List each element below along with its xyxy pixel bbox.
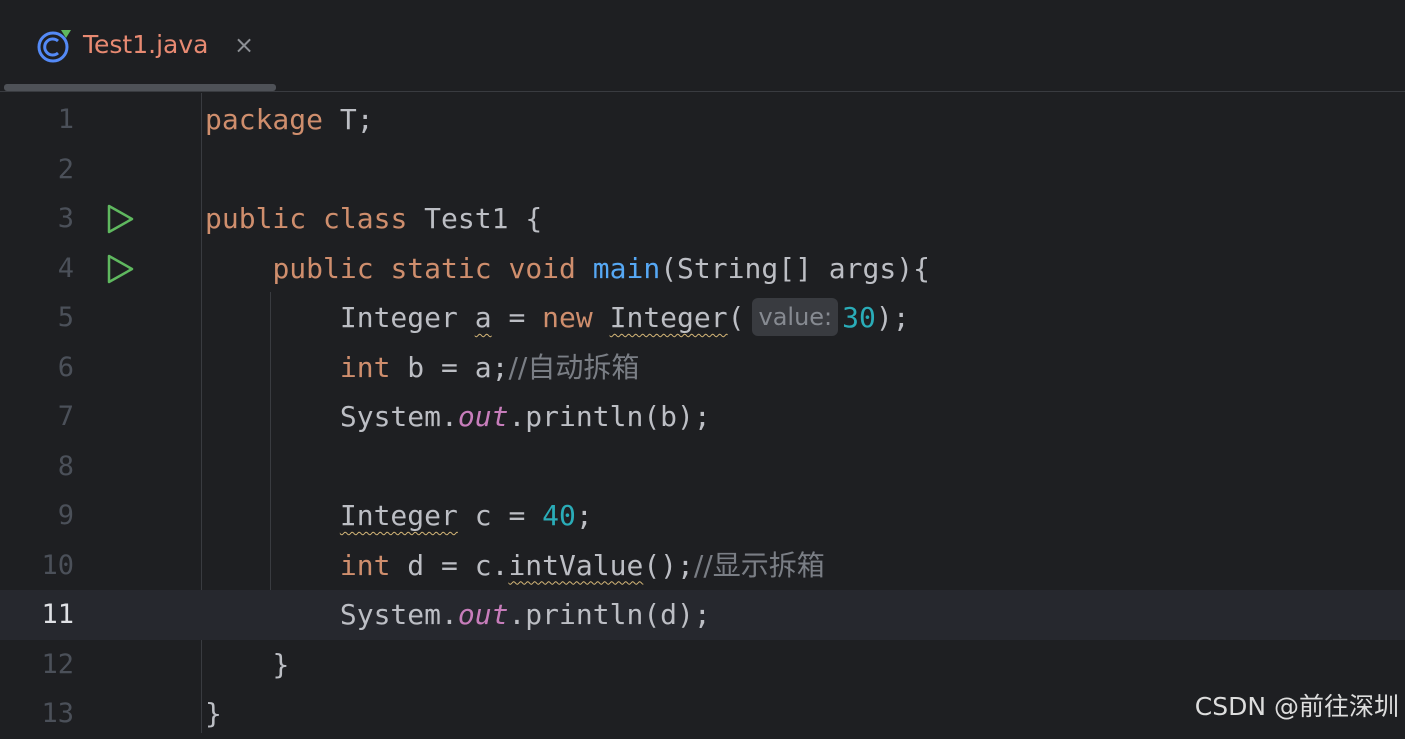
line-number[interactable]: 4 xyxy=(0,244,74,294)
keyword: class xyxy=(323,202,408,235)
code-text[interactable]: } xyxy=(205,640,289,690)
close-icon[interactable]: × xyxy=(231,30,257,60)
comment: //自动拆箱 xyxy=(508,350,640,384)
line-number[interactable]: 9 xyxy=(0,491,74,541)
code-token: Integer xyxy=(339,499,458,532)
number-literal: 40 xyxy=(542,499,576,532)
code-text[interactable]: public class Test1 { xyxy=(205,194,542,244)
editor-tab-bar: Test1.java × xyxy=(0,0,1405,92)
code-token: ); xyxy=(875,301,910,334)
code-text[interactable]: public static void main(String[] args){ xyxy=(205,244,930,294)
code-text[interactable]: System.out.println(d); xyxy=(205,590,711,640)
code-text[interactable]: int b = a;//自动拆箱 xyxy=(205,343,639,393)
code-token: = xyxy=(491,301,543,334)
code-text[interactable]: System.out.println(b); xyxy=(205,392,711,442)
code-token: .println(d); xyxy=(508,598,711,631)
line-number[interactable]: 7 xyxy=(0,392,74,442)
code-text[interactable]: } xyxy=(205,689,222,739)
run-play-icon[interactable] xyxy=(106,204,134,234)
line-number[interactable]: 12 xyxy=(0,640,74,690)
keyword: static xyxy=(390,251,492,285)
code-text[interactable]: int d = c.intValue();//显示拆箱 xyxy=(205,541,825,591)
line-number[interactable]: 2 xyxy=(0,145,74,195)
code-token: (); xyxy=(643,548,694,582)
code-token: Integer xyxy=(609,301,728,334)
code-text[interactable]: Integer a = new Integer(value: 30); xyxy=(205,293,910,343)
static-field: out xyxy=(457,598,509,631)
code-token: T; xyxy=(323,103,374,136)
code-token: .println(b); xyxy=(508,400,711,433)
code-line-1[interactable]: 1 package T; xyxy=(0,95,1405,145)
code-token: ( xyxy=(727,301,745,334)
comment: //显示拆箱 xyxy=(693,548,825,582)
number-literal: 30 xyxy=(842,301,876,334)
keyword: package xyxy=(205,103,324,136)
code-line-3[interactable]: 3 public class Test1 { xyxy=(0,194,1405,244)
line-number[interactable]: 13 xyxy=(0,689,74,739)
code-token: a xyxy=(474,301,492,334)
active-tab-indicator xyxy=(4,84,276,91)
java-class-icon xyxy=(37,30,71,63)
line-number[interactable]: 8 xyxy=(0,442,74,492)
code-line-8[interactable]: 8 xyxy=(0,442,1405,492)
tab-title: Test1.java xyxy=(83,30,209,59)
code-token: System. xyxy=(339,400,458,433)
watermark: CSDN @前往深圳 xyxy=(1194,692,1399,721)
keyword: int xyxy=(339,350,391,384)
code-token: (String[] args){ xyxy=(660,251,930,285)
line-number[interactable]: 3 xyxy=(0,194,74,244)
code-text[interactable]: Integer c = 40; xyxy=(205,491,593,541)
code-token: d = c. xyxy=(390,548,509,582)
function-name: main xyxy=(592,251,661,285)
code-token: } xyxy=(205,697,222,730)
code-token: b = a; xyxy=(390,350,509,384)
code-line-10[interactable]: 10 int d = c.intValue();//显示拆箱 xyxy=(0,541,1405,591)
code-line-7[interactable]: 7 System.out.println(b); xyxy=(0,392,1405,442)
line-number[interactable]: 1 xyxy=(0,95,74,145)
line-number[interactable]: 5 xyxy=(0,293,74,343)
code-token: ; xyxy=(575,499,593,532)
line-number[interactable]: 10 xyxy=(0,541,74,591)
keyword: void xyxy=(508,251,576,285)
code-line-9[interactable]: 9 Integer c = 40; xyxy=(0,491,1405,541)
code-line-5[interactable]: 5 Integer a = new Integer(value: 30); xyxy=(0,293,1405,343)
code-token: System. xyxy=(339,598,458,631)
code-token: Test1 { xyxy=(407,202,543,235)
code-token: Integer xyxy=(339,301,458,334)
line-number[interactable]: 6 xyxy=(0,343,74,393)
parameter-hint: value: xyxy=(752,298,839,336)
code-token: } xyxy=(272,647,290,681)
tab-test1-java[interactable]: Test1.java × xyxy=(4,0,276,92)
keyword: public xyxy=(272,251,374,285)
code-text[interactable]: package T; xyxy=(205,95,374,145)
code-line-12[interactable]: 12 } xyxy=(0,640,1405,690)
line-number[interactable]: 11 xyxy=(0,590,74,640)
code-token: c = xyxy=(457,499,543,532)
code-line-11-current[interactable]: 11 System.out.println(d); xyxy=(0,590,1405,640)
keyword: public xyxy=(205,202,307,235)
keyword: new xyxy=(542,301,593,334)
keyword: int xyxy=(339,548,391,582)
static-field: out xyxy=(457,400,509,433)
code-line-4[interactable]: 4 public static void main(String[] args)… xyxy=(0,244,1405,294)
code-line-6[interactable]: 6 int b = a;//自动拆箱 xyxy=(0,343,1405,393)
method-call: intValue xyxy=(508,548,644,582)
code-line-2[interactable]: 2 xyxy=(0,145,1405,195)
run-play-icon[interactable] xyxy=(106,254,134,284)
